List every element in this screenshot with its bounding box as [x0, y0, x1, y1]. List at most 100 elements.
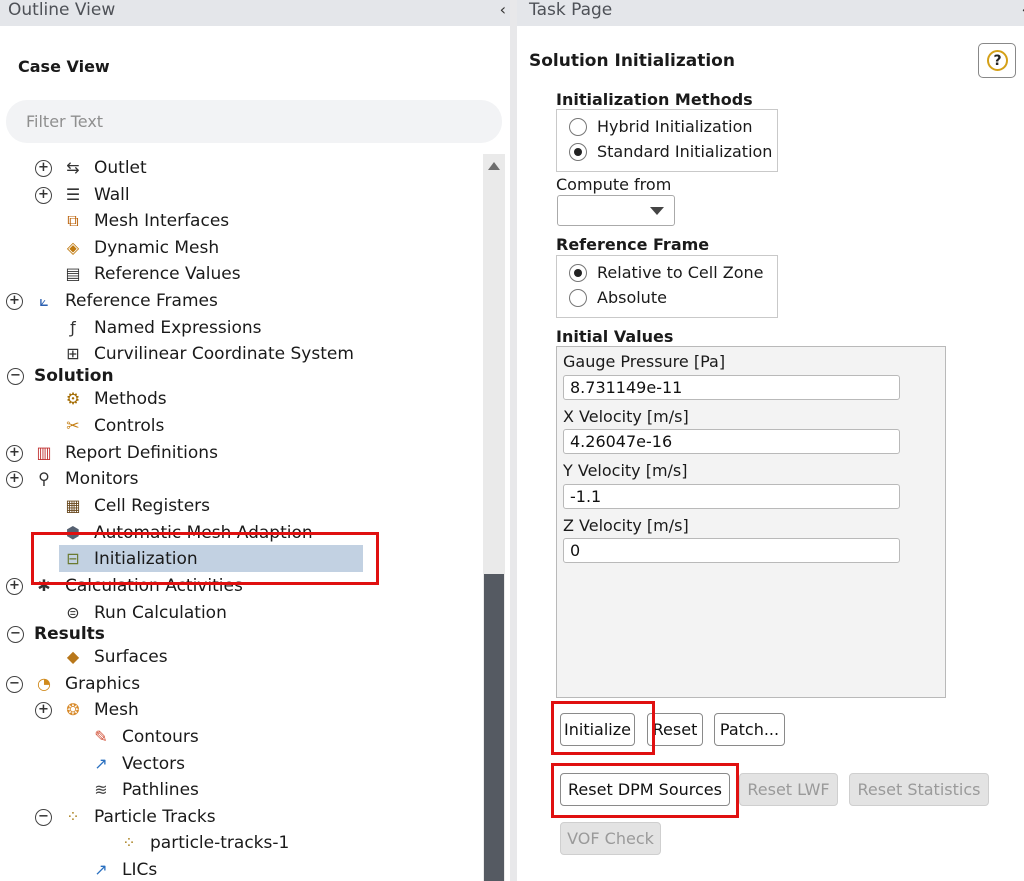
tree-item[interactable]: + ⚲ Monitors	[0, 466, 480, 492]
gauge-pressure-label: Gauge Pressure [Pa]	[563, 352, 726, 371]
tree-item-label: Outlet	[94, 158, 147, 178]
contours-icon: ✎	[94, 727, 108, 746]
initialization-methods-title: Initialization Methods	[556, 90, 753, 109]
collapse-icon[interactable]: −	[6, 676, 23, 693]
particle-tracks-item-icon: ⁘	[122, 833, 136, 852]
tree-item[interactable]: + ⟀ Reference Frames	[0, 288, 480, 314]
expand-icon[interactable]: +	[6, 293, 23, 310]
tree-item[interactable]: ↗ LICs	[0, 857, 480, 881]
tree-item[interactable]: ↗ Vectors	[0, 751, 480, 777]
radio-label: Standard Initialization	[597, 142, 773, 161]
radio-label: Hybrid Initialization	[597, 117, 753, 136]
particle-tracks-icon: ⁘	[66, 807, 80, 826]
tree-item-label: Dynamic Mesh	[94, 238, 220, 258]
radio-circle	[569, 289, 587, 307]
surfaces-icon: ◆	[66, 647, 80, 666]
gauge-pressure-input[interactable]	[563, 375, 900, 400]
tree-item-label: Controls	[94, 416, 165, 436]
tree-item-label: LICs	[122, 860, 158, 880]
scroll-thumb[interactable]	[484, 574, 504, 881]
compute-from-label: Compute from	[556, 175, 672, 194]
report-definitions-icon: ▥	[36, 443, 52, 462]
collapse-icon[interactable]: −	[35, 809, 52, 826]
reset-lwf-button[interactable]: Reset LWF	[739, 773, 838, 806]
vof-check-button[interactable]: VOF Check	[560, 822, 661, 855]
solution-initialization-heading: Solution Initialization	[529, 51, 735, 71]
compute-from-dropdown[interactable]	[557, 195, 675, 226]
tree-item[interactable]: ◈ Dynamic Mesh	[0, 235, 480, 261]
mesh-interfaces-icon: ⧉	[67, 211, 79, 230]
tree-item-label: Monitors	[65, 469, 139, 489]
reset-statistics-button[interactable]: Reset Statistics	[849, 773, 989, 806]
panel-splitter[interactable]	[510, 0, 517, 881]
radio-label: Absolute	[597, 288, 667, 307]
patch-button[interactable]: Patch...	[714, 713, 785, 746]
run-calculation-icon: ⊜	[66, 603, 80, 622]
task-page-title: Task Page	[529, 0, 613, 20]
tree-item[interactable]: + ▥ Report Definitions	[0, 440, 480, 466]
standard-initialization-radio[interactable]: Standard Initialization	[569, 141, 773, 163]
expand-icon[interactable]: +	[35, 160, 52, 177]
tree-item[interactable]: ⁘ particle-tracks-1	[0, 830, 480, 856]
z-velocity-label: Z Velocity [m/s]	[563, 516, 689, 535]
expand-icon[interactable]: +	[6, 471, 23, 488]
tree-item-label: Graphics	[65, 674, 141, 694]
z-velocity-input[interactable]	[563, 538, 900, 563]
tree-item-label: Report Definitions	[65, 443, 218, 463]
tree-item[interactable]: ƒ Named Expressions	[0, 315, 480, 341]
controls-icon: ✂	[66, 416, 80, 435]
y-velocity-input[interactable]	[563, 484, 900, 509]
outline-scrollbar[interactable]	[483, 154, 505, 881]
expand-icon[interactable]: +	[35, 702, 52, 719]
highlight-box-initialization	[31, 532, 379, 585]
tree-item-label: Vectors	[122, 754, 186, 774]
lics-icon: ↗	[94, 860, 108, 879]
reset-button[interactable]: Reset	[647, 713, 703, 746]
tree-item[interactable]: ▦ Cell Registers	[0, 493, 480, 519]
collapse-icon[interactable]: −	[7, 368, 24, 385]
highlight-box-initialize	[551, 701, 655, 755]
mesh-icon: ❂	[66, 700, 80, 719]
tree-item[interactable]: ≋ Pathlines	[0, 777, 480, 803]
tree-item[interactable]: ✂ Controls	[0, 413, 480, 439]
outline-view-panel: Outline View ‹ Case View + ⇆ Outlet + ☰ Wall ⧉…	[0, 0, 510, 881]
collapse-left-icon[interactable]: ‹	[500, 0, 506, 20]
radio-circle	[569, 118, 587, 136]
y-velocity-label: Y Velocity [m/s]	[563, 461, 688, 480]
reference-values-icon: ▤	[65, 264, 81, 283]
x-velocity-input[interactable]	[563, 429, 900, 454]
outline-view-title: Outline View	[8, 0, 116, 20]
help-button[interactable]: ?	[978, 43, 1016, 78]
tree-item-label: Methods	[94, 389, 167, 409]
tree-item[interactable]: ◆ Surfaces	[0, 644, 480, 670]
tree-item-label: Named Expressions	[94, 318, 262, 338]
tree-item-label: Cell Registers	[94, 496, 211, 516]
tree-item[interactable]: + ☰ Wall	[0, 182, 480, 208]
tree-item[interactable]: + ❂ Mesh	[0, 697, 480, 723]
task-page-header: Task Page ‹	[517, 0, 1024, 26]
tree-item[interactable]: ⧉ Mesh Interfaces	[0, 208, 480, 234]
relative-to-cell-zone-radio[interactable]: Relative to Cell Zone	[569, 262, 769, 284]
tree-item[interactable]: ✎ Contours	[0, 724, 480, 750]
expand-icon[interactable]: +	[6, 445, 23, 462]
tree-item[interactable]: ▤ Reference Values	[0, 261, 480, 287]
wall-icon: ☰	[65, 185, 81, 204]
tree-item[interactable]: − ⁘ Particle Tracks	[0, 804, 480, 830]
collapse-icon[interactable]: −	[7, 626, 24, 643]
magnifier-icon: ⚲	[38, 469, 50, 488]
reference-frames-icon: ⟀	[39, 291, 49, 310]
tree-item-label: Wall	[94, 185, 130, 205]
tree-item[interactable]: + ⇆ Outlet	[0, 155, 480, 181]
absolute-radio[interactable]: Absolute	[569, 287, 769, 309]
hybrid-initialization-radio[interactable]: Hybrid Initialization	[569, 116, 769, 138]
initialization-methods-group: Hybrid Initialization Standard Initializ…	[556, 109, 778, 172]
vectors-icon: ↗	[94, 754, 108, 773]
expand-icon[interactable]: +	[35, 187, 52, 204]
filter-text-input[interactable]	[6, 100, 502, 143]
expand-icon[interactable]: +	[6, 578, 23, 595]
tree-item[interactable]: ⚙ Methods	[0, 386, 480, 412]
reference-frame-title: Reference Frame	[556, 235, 710, 254]
scroll-up-arrow[interactable]	[483, 154, 505, 178]
tree-item[interactable]: − ◔ Graphics	[0, 671, 480, 697]
function-icon: ƒ	[70, 318, 76, 337]
